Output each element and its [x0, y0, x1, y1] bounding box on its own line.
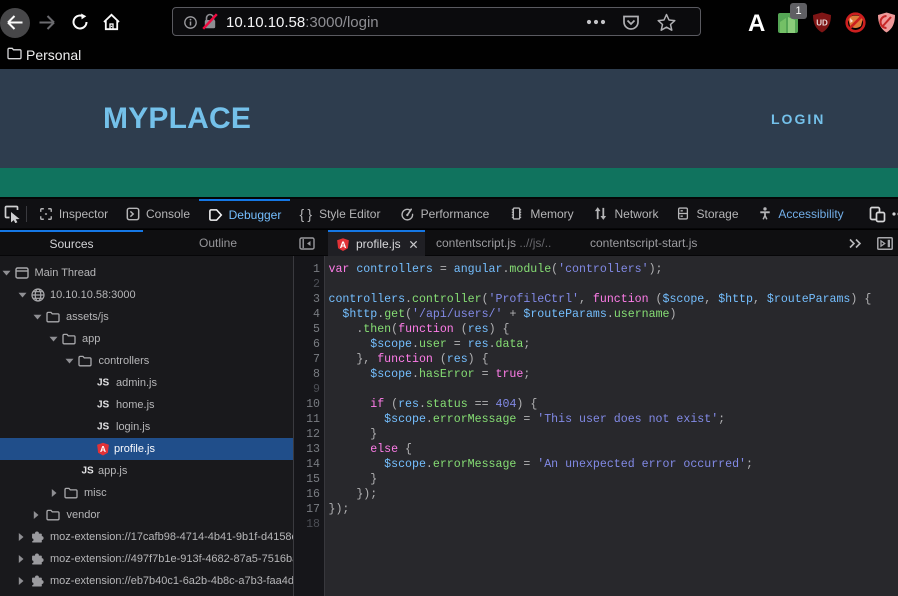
svg-text:UD: UD: [816, 19, 828, 28]
svg-text:A: A: [100, 444, 106, 454]
svg-text:A: A: [340, 240, 347, 250]
